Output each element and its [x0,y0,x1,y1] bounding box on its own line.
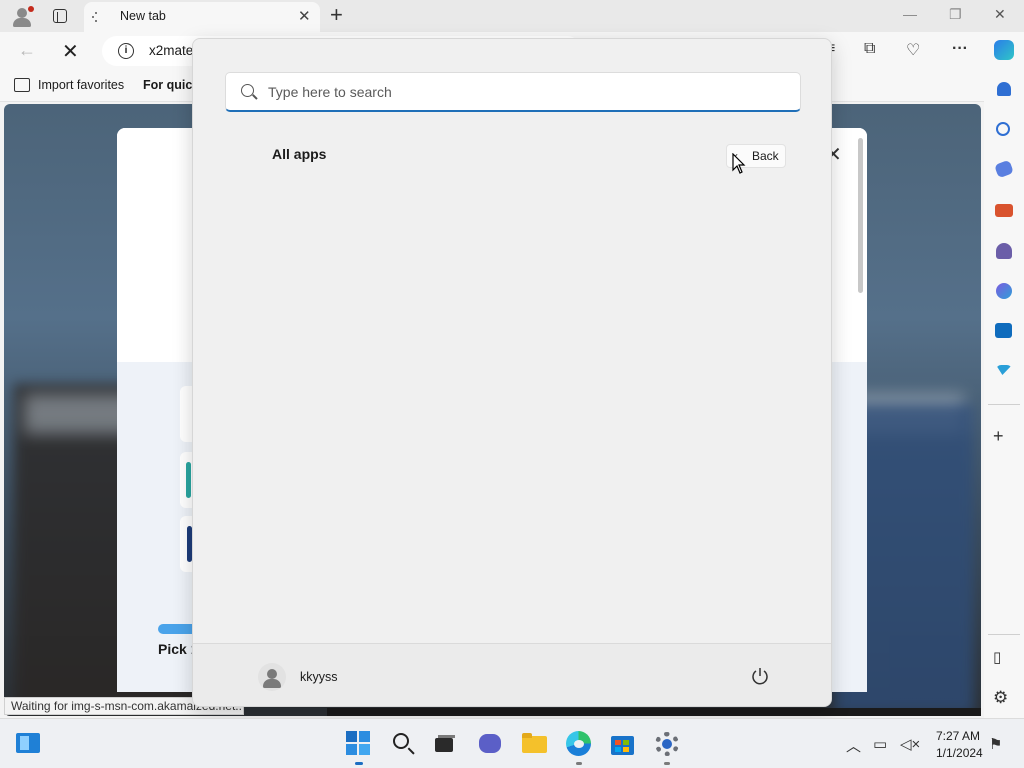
back-label: Back [752,149,779,163]
loading-spinner-icon [92,11,104,23]
browser-sidebar: + ▯ ⚙ [984,32,1024,718]
minimize-icon[interactable]: — [903,6,917,22]
power-icon[interactable] [750,666,770,686]
edge-icon[interactable] [566,731,592,757]
scrollbar[interactable] [858,138,863,293]
search-icon[interactable] [391,731,417,757]
tab-close-icon[interactable]: ✕ [298,9,311,24]
browser-tab[interactable]: New tab ✕ [84,2,320,32]
import-icon [14,78,30,92]
profile-icon[interactable] [10,5,34,27]
address-url: x2mate [149,43,194,58]
browser-tab-bar: New tab ✕ + — ❐ ✕ [0,0,1024,32]
mouse-cursor-icon [732,153,746,174]
user-name[interactable]: kkyyss [300,670,338,684]
hide-sidebar-icon[interactable]: ▯ [993,648,1001,668]
option-card[interactable] [180,386,192,442]
search-icon[interactable] [996,122,1010,136]
stop-loading-icon[interactable]: ✕ [62,39,79,64]
shopping-icon[interactable] [994,159,1014,179]
task-view-icon[interactable] [433,731,459,757]
site-info-icon[interactable]: i [118,43,134,59]
notification-center-icon[interactable]: ⚑ [989,735,1002,753]
drop-icon[interactable] [996,365,1012,375]
games-icon[interactable] [996,243,1012,259]
notifications-icon[interactable] [997,82,1011,96]
sidebar-settings-icon[interactable]: ⚙ [993,688,1008,708]
user-avatar[interactable] [258,663,286,691]
start-footer: kkyyss [193,643,831,706]
search-icon [241,84,254,97]
import-favorites-link[interactable]: Import favorites [38,78,124,92]
volume-muted-icon[interactable]: ◁× [900,735,920,753]
option-card[interactable] [180,452,192,508]
taskbar: ︿ ▭ ◁× 7:27 AM 1/1/2024 ⚑ [0,718,1024,768]
new-tab-icon[interactable]: + [330,4,343,26]
tools-icon[interactable] [995,204,1013,217]
back-arrow-icon[interactable]: ← [18,40,36,61]
store-icon[interactable] [610,731,636,757]
widgets-icon[interactable] [16,731,42,757]
add-sidebar-app-icon[interactable]: + [993,426,1004,446]
collections-icon[interactable]: ⧉ [864,40,875,58]
settings-icon[interactable] [654,731,680,757]
all-apps-heading: All apps [272,146,327,162]
start-menu: All apps ‹ Back kkyyss [192,38,832,707]
option-card[interactable] [180,516,192,572]
start-search-input[interactable] [268,81,768,103]
window-close-icon[interactable]: ✕ [994,6,1006,23]
clock-date[interactable]: 1/1/2024 [936,746,983,760]
quick-access-link[interactable]: For quick [143,78,199,92]
file-explorer-icon[interactable] [522,731,548,757]
clock-time[interactable]: 7:27 AM [936,729,980,743]
restore-icon[interactable]: ❐ [949,6,962,23]
network-icon[interactable]: ▭ [873,735,887,753]
chevron-up-icon[interactable]: ︿ [846,735,861,756]
tab-actions-icon[interactable] [50,6,70,26]
outlook-icon[interactable] [995,323,1012,338]
browser-essentials-icon[interactable]: ♡ [906,40,920,60]
start-icon[interactable] [346,731,372,757]
settings-more-icon[interactable]: ··· [952,40,968,58]
start-search-box[interactable] [225,72,801,112]
tab-title: New tab [120,9,166,23]
microsoft-365-icon[interactable] [996,283,1012,299]
page-bottom-bar [327,708,981,716]
chat-icon[interactable] [478,731,504,757]
copilot-icon[interactable] [994,40,1014,60]
